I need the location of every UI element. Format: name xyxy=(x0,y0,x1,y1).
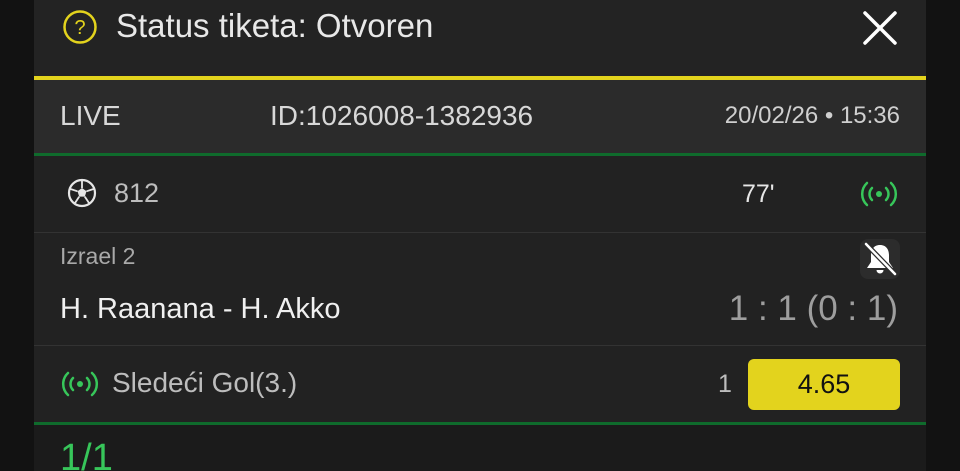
ticket-status-panel: ? Status tiketa: Otvoren LIVE ID:1026008… xyxy=(34,0,926,471)
odds-button[interactable]: 4.65 xyxy=(748,359,900,410)
ticket-id: ID:1026008-1382936 xyxy=(270,100,534,131)
bet-market: Sledeći Gol(3.) xyxy=(112,367,298,398)
bet-pick: 1 xyxy=(718,370,732,398)
soccer-ball-icon xyxy=(67,178,97,208)
event-number: 812 xyxy=(114,178,160,208)
page-title: Status tiketa: Otvoren xyxy=(116,7,434,44)
match-block: Izrael 2 H. Raanana - H. Akko 1 : 1 (0 :… xyxy=(34,233,926,345)
question-circle-icon[interactable]: ? xyxy=(62,9,98,45)
league-name: Izrael 2 xyxy=(60,243,136,269)
match-minute: 77' xyxy=(742,180,775,208)
bet-row: Sledeći Gol(3.) 1 4.65 xyxy=(34,346,926,422)
match-score: 1 : 1 (0 : 1) xyxy=(728,289,898,328)
ticket-info-row: LIVE ID:1026008-1382936 20/02/26 • 15:36 xyxy=(34,80,926,153)
close-icon[interactable] xyxy=(860,8,900,48)
event-row: 812 77' xyxy=(34,156,926,232)
svg-text:?: ? xyxy=(74,17,85,39)
backdrop-right xyxy=(926,0,960,471)
live-broadcast-icon xyxy=(61,371,99,397)
live-broadcast-icon xyxy=(860,181,898,207)
ticket-datetime: 20/02/26 • 15:36 xyxy=(724,102,900,129)
bell-off-icon[interactable] xyxy=(860,239,900,279)
ticket-summary: 1/1 xyxy=(34,425,926,471)
match-teams: H. Raanana - H. Akko xyxy=(60,293,341,325)
panel-header: ? Status tiketa: Otvoren xyxy=(34,0,926,76)
events-count: 1/1 xyxy=(60,437,113,471)
backdrop-left xyxy=(0,0,34,471)
ticket-type: LIVE xyxy=(60,100,121,131)
